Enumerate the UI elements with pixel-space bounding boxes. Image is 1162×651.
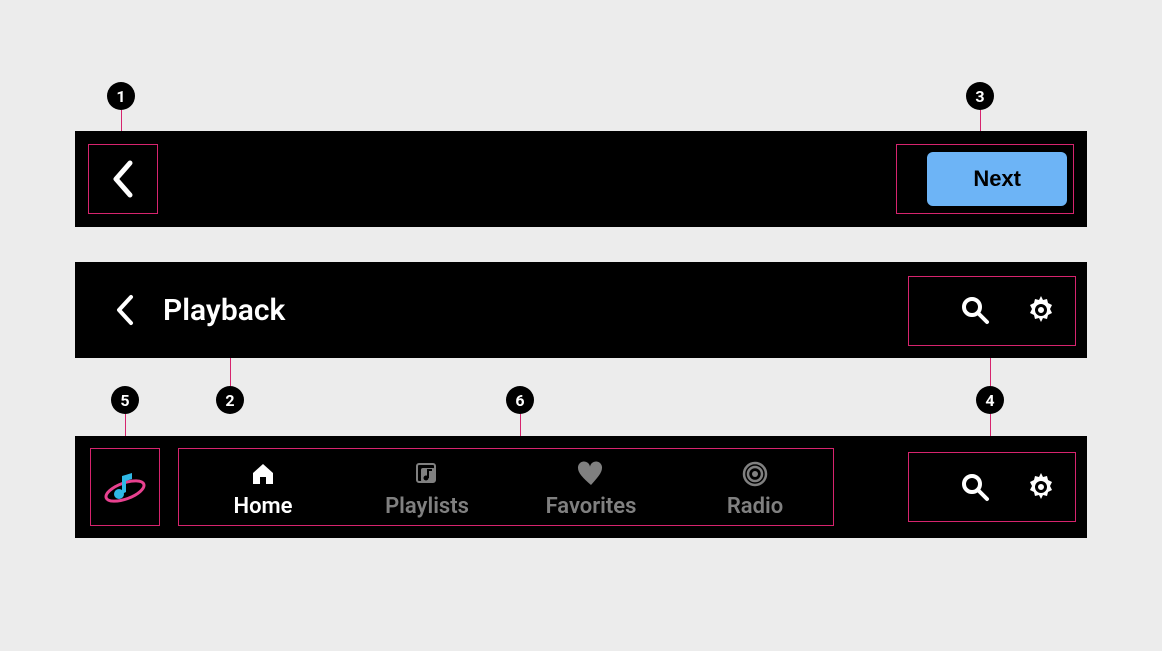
settings-button[interactable] bbox=[1017, 286, 1065, 334]
back-button[interactable] bbox=[99, 278, 151, 342]
tab-label: Home bbox=[234, 494, 293, 519]
tab-radio[interactable]: Radio bbox=[673, 450, 837, 525]
playlist-icon bbox=[414, 461, 440, 487]
annotation-marker-6: 6 bbox=[506, 386, 534, 414]
gear-icon bbox=[1026, 472, 1056, 502]
tab-label: Playlists bbox=[385, 494, 469, 519]
search-icon bbox=[960, 295, 990, 325]
tab-bar: Home Playlists Favorites Radio bbox=[181, 450, 837, 525]
gear-icon bbox=[1026, 295, 1056, 325]
radio-icon bbox=[741, 460, 769, 488]
home-icon bbox=[250, 461, 276, 487]
heart-icon bbox=[577, 461, 605, 487]
tab-label: Radio bbox=[727, 494, 783, 519]
settings-button[interactable] bbox=[1017, 463, 1065, 511]
annotation-marker-5: 5 bbox=[111, 386, 139, 414]
search-icon bbox=[960, 472, 990, 502]
tab-home[interactable]: Home bbox=[181, 450, 345, 525]
toolbar-with-tabs: Home Playlists Favorites Radio bbox=[75, 436, 1087, 538]
annotation-marker-4: 4 bbox=[976, 386, 1004, 414]
back-button[interactable] bbox=[91, 147, 155, 211]
chevron-left-icon bbox=[110, 159, 136, 199]
tab-label: Favorites bbox=[546, 494, 637, 519]
annotation-marker-1: 1 bbox=[107, 82, 135, 110]
toolbar-with-title: Playback bbox=[75, 262, 1087, 358]
next-button[interactable]: Next bbox=[927, 152, 1067, 206]
search-button[interactable] bbox=[951, 463, 999, 511]
toolbar-with-next: Next bbox=[75, 131, 1087, 227]
app-logo bbox=[97, 459, 153, 515]
chevron-left-icon bbox=[114, 293, 136, 327]
tab-favorites[interactable]: Favorites bbox=[509, 450, 673, 525]
music-planet-icon bbox=[102, 464, 148, 510]
tab-playlists[interactable]: Playlists bbox=[345, 450, 509, 525]
page-title: Playback bbox=[163, 293, 285, 328]
annotation-marker-2: 2 bbox=[216, 386, 244, 414]
annotation-marker-3: 3 bbox=[966, 82, 994, 110]
toolbar-actions bbox=[951, 463, 1065, 511]
toolbar-actions bbox=[951, 286, 1065, 334]
search-button[interactable] bbox=[951, 286, 999, 334]
